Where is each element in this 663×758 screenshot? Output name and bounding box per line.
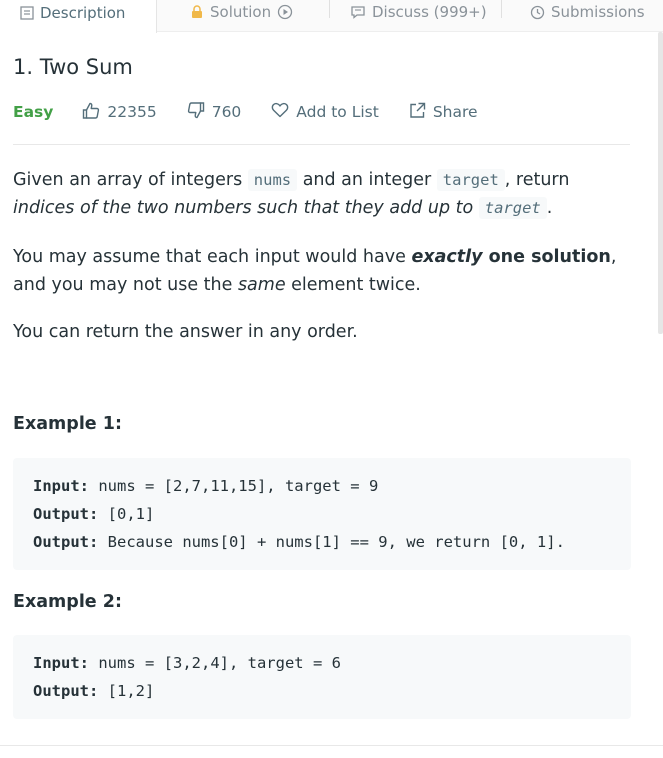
meta-divider bbox=[13, 144, 630, 145]
text: , return bbox=[504, 170, 570, 190]
text bbox=[473, 198, 479, 218]
example-value: nums = [2,7,11,15], target = 9 bbox=[89, 477, 379, 495]
example-key: Output: bbox=[33, 533, 99, 551]
description-paragraph: Given an array of integers nums and an i… bbox=[13, 166, 630, 222]
example-key: Input: bbox=[33, 477, 89, 495]
strong-text: one solution bbox=[482, 247, 611, 267]
example-line: Output: [1,2] bbox=[33, 677, 611, 705]
tab-discuss[interactable]: Discuss (999+) bbox=[350, 0, 487, 32]
text: You may assume that each input would hav… bbox=[13, 247, 412, 267]
tab-description-label: Description bbox=[40, 3, 126, 22]
example-title: Example 1: bbox=[13, 414, 122, 434]
scrollbar[interactable] bbox=[658, 32, 663, 334]
text: . bbox=[546, 198, 553, 218]
tab-solution[interactable]: Solution bbox=[190, 0, 293, 32]
text: element twice. bbox=[285, 275, 421, 295]
example-key: Output: bbox=[33, 682, 99, 700]
tab-bar: Description Solution Discuss (999+) Subm… bbox=[0, 0, 663, 33]
inline-code: target bbox=[478, 197, 547, 219]
example-line: Output: Because nums[0] + nums[1] == 9, … bbox=[33, 528, 611, 556]
tab-description[interactable]: Description bbox=[0, 0, 157, 33]
tab-separator bbox=[501, 0, 502, 18]
example-code-block: Input: nums = [2,7,11,15], target = 9 Out… bbox=[13, 458, 631, 570]
problem-title: 1. Two Sum bbox=[13, 55, 133, 79]
play-circle-icon bbox=[277, 4, 293, 20]
example-value: Because nums[0] + nums[1] == 9, we retur… bbox=[98, 533, 565, 551]
tab-separator bbox=[329, 0, 330, 18]
example-line: Input: nums = [2,7,11,15], target = 9 bbox=[33, 472, 611, 500]
strong-emphasis-text: exactly bbox=[411, 247, 483, 267]
tab-solution-label: Solution bbox=[210, 3, 272, 21]
add-to-list-label: Add to List bbox=[296, 103, 379, 121]
description-paragraph: You can return the answer in any order. bbox=[13, 322, 358, 342]
inline-code: nums bbox=[247, 169, 298, 191]
text: Given an array of integers bbox=[13, 170, 248, 190]
share-icon bbox=[409, 102, 426, 123]
emphasis-text: indices of the two numbers such that the… bbox=[13, 198, 474, 218]
description-paragraph: You may assume that each input would hav… bbox=[13, 243, 630, 299]
tab-submissions[interactable]: Submissions bbox=[530, 0, 645, 32]
emphasis-text: same bbox=[237, 275, 286, 295]
tab-submissions-label: Submissions bbox=[551, 3, 645, 21]
example-line: Input: nums = [3,2,4], target = 6 bbox=[33, 649, 611, 677]
example-key: Output: bbox=[33, 505, 99, 523]
problem-meta: Easy 22355 760 Add to List Share bbox=[13, 100, 478, 124]
thumbs-down-icon bbox=[187, 101, 205, 123]
share-button[interactable]: Share bbox=[409, 102, 478, 123]
discuss-icon bbox=[350, 5, 366, 19]
example-value: [0,1] bbox=[98, 505, 155, 523]
tab-discuss-label: Discuss (999+) bbox=[372, 3, 487, 21]
dislike-button[interactable]: 760 bbox=[187, 101, 242, 123]
thumbs-up-icon bbox=[82, 102, 100, 123]
text: and an integer bbox=[297, 170, 437, 190]
like-button[interactable]: 22355 bbox=[82, 102, 157, 123]
difficulty-badge: Easy bbox=[13, 103, 54, 121]
heart-icon bbox=[271, 102, 289, 122]
lock-icon bbox=[190, 5, 204, 19]
inline-code: target bbox=[436, 169, 505, 191]
example-title: Example 2: bbox=[13, 592, 122, 612]
like-count: 22355 bbox=[107, 103, 157, 121]
example-key: Input: bbox=[33, 654, 89, 672]
share-label: Share bbox=[432, 103, 478, 121]
example-value: [1,2] bbox=[98, 682, 155, 700]
section-divider bbox=[0, 745, 663, 746]
add-to-list-button[interactable]: Add to List bbox=[271, 102, 379, 122]
example-line: Output: [0,1] bbox=[33, 500, 611, 528]
example-code-block: Input: nums = [3,2,4], target = 6 Output:… bbox=[13, 635, 631, 719]
example-value: nums = [3,2,4], target = 6 bbox=[89, 654, 341, 672]
clock-icon bbox=[530, 5, 545, 20]
dislike-count: 760 bbox=[211, 103, 242, 121]
description-icon bbox=[20, 5, 34, 20]
